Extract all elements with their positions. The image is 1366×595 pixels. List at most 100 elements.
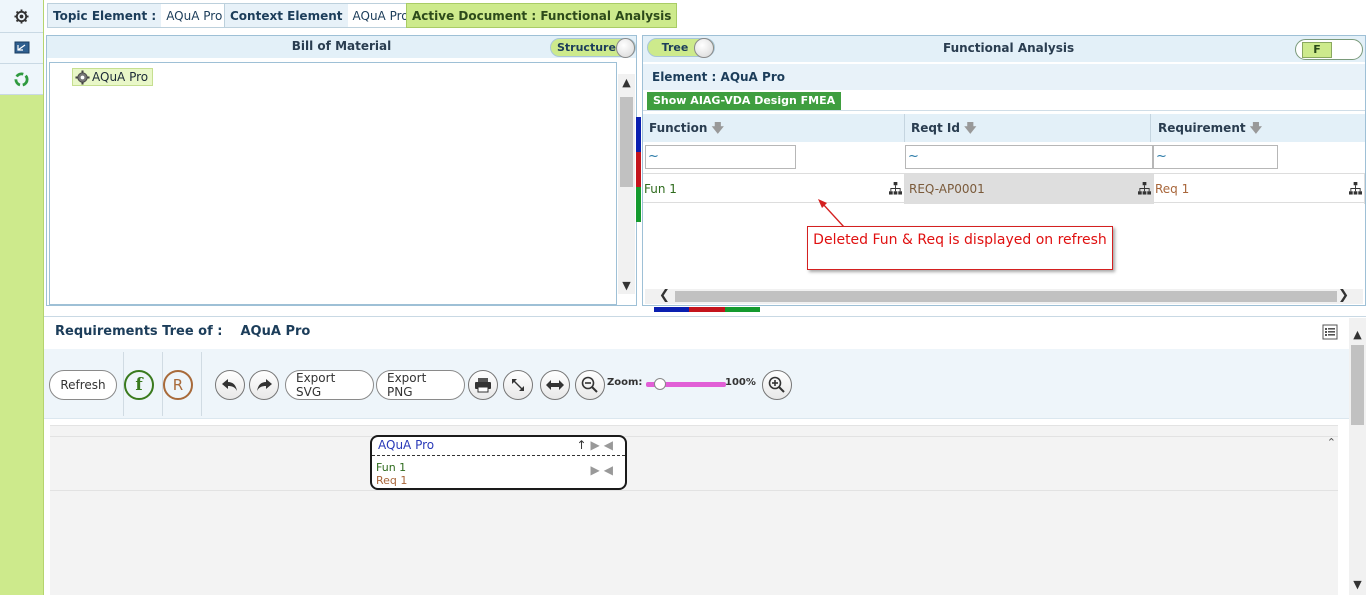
tree-node-aqua-pro[interactable]: AQuA Pro <box>72 68 154 86</box>
tree-toggle[interactable]: Tree <box>647 37 715 58</box>
chevron-up-icon[interactable]: ▲ <box>622 76 630 89</box>
table-row[interactable]: Fun 1 REQ-AP0001 Req 1 <box>643 173 1365 204</box>
toggle-knob <box>615 37 635 58</box>
settings-button[interactable] <box>0 0 43 33</box>
refresh-button[interactable]: Refresh <box>49 370 117 400</box>
node-function-label[interactable]: Fun 1 <box>376 461 406 474</box>
show-fmea-button[interactable]: Show AIAG-VDA Design FMEA <box>647 92 842 110</box>
undo-icon <box>222 379 237 391</box>
export-png-button[interactable]: Export PNG <box>376 370 465 400</box>
column-header-reqt-id[interactable]: Reqt Id 🡇 <box>911 119 976 140</box>
annotation-callout: Deleted Fun & Req is displayed on refres… <box>807 226 1113 270</box>
tree-node-label: AQuA Pro <box>92 70 149 84</box>
scroll-thumb[interactable] <box>620 97 633 187</box>
bom-header: Bill of Material Structure <box>47 36 636 58</box>
bom-tree: AQuA Pro <box>49 62 617 305</box>
bom-vertical-scrollbar[interactable]: ▲ ▼ <box>618 74 635 294</box>
column-header-label: Requirement <box>1158 121 1246 135</box>
print-icon <box>475 378 491 393</box>
fit-to-screen-button[interactable] <box>503 370 533 400</box>
node-function-actions: ▶ ◀ <box>591 463 613 477</box>
hierarchy-icon[interactable] <box>1138 182 1151 195</box>
reqt-id-cell[interactable]: REQ-AP0001 <box>905 174 1154 204</box>
triangle-right-icon[interactable]: ▶ <box>591 438 600 452</box>
chevron-left-icon[interactable]: ❮ <box>659 288 670 303</box>
requirement-filter-input[interactable]: ~ <box>1153 145 1278 169</box>
context-element-label: Context Element <box>225 4 348 27</box>
topic-element-chip: Topic Element : AQuA Pro <box>47 3 229 28</box>
redo-button[interactable] <box>249 370 279 400</box>
mode-toggle[interactable]: F <box>1295 39 1363 60</box>
triangle-left-icon[interactable]: ◀ <box>604 463 613 477</box>
panel-splitter[interactable] <box>636 117 641 222</box>
function-button[interactable]: f <box>124 370 154 400</box>
diagram-node-aqua-pro[interactable]: AQuA Pro ↑ ▶ ◀ Fun 1 ▶ ◀ Req 1 <box>370 435 627 490</box>
toggle-knob <box>694 37 714 58</box>
gear-icon <box>75 69 90 85</box>
function-filter-input[interactable]: ~ <box>645 145 796 169</box>
monitor-button[interactable] <box>0 33 43 64</box>
node-title-actions: ↑ ▶ ◀ <box>576 438 613 452</box>
expand-icon <box>512 379 524 391</box>
element-label: Element : AQuA Pro <box>643 64 1365 90</box>
redo-icon <box>257 379 272 391</box>
chevron-down-icon[interactable]: ▼ <box>622 279 630 292</box>
horizontal-splitter[interactable] <box>654 307 760 312</box>
column-header-requirement[interactable]: Requirement 🡇 <box>1158 119 1262 140</box>
active-document-chip[interactable]: Active Document : Functional Analysis <box>406 3 678 28</box>
bom-title: Bill of Material <box>291 39 392 53</box>
structure-toggle[interactable]: Structure <box>550 37 636 58</box>
list-view-icon[interactable] <box>1322 324 1338 340</box>
function-cell[interactable]: Fun 1 <box>643 174 905 204</box>
cell-text: Req 1 <box>1155 182 1190 196</box>
topic-element-value: AQuA Pro <box>166 8 223 23</box>
fit-width-button[interactable] <box>540 370 570 400</box>
zoom-slider-handle[interactable] <box>654 378 666 390</box>
chevron-up-icon[interactable]: ⌃ <box>1327 436 1336 449</box>
column-header-function[interactable]: Function 🡇 <box>649 119 724 140</box>
requirements-tree-label: Requirements Tree of : <box>55 324 223 339</box>
requirement-cell[interactable]: Req 1 <box>1154 174 1365 204</box>
print-button[interactable] <box>468 370 498 400</box>
fmea-row: Show AIAG-VDA Design FMEA <box>643 91 1365 111</box>
triangle-left-icon[interactable]: ◀ <box>604 438 613 452</box>
hierarchy-icon[interactable] <box>889 182 902 195</box>
diagram-canvas[interactable]: ⌃ <box>50 425 1338 595</box>
horizontal-arrows-icon <box>546 380 564 390</box>
scroll-thumb[interactable] <box>1351 345 1364 425</box>
chevron-down-icon[interactable]: ▼ <box>1353 578 1361 591</box>
sort-arrow-icon[interactable]: 🡇 <box>707 121 724 135</box>
fa-horizontal-scrollbar[interactable]: ❮ ❯ <box>645 288 1363 304</box>
column-header-label: Function <box>649 121 708 135</box>
zoom-out-button[interactable] <box>575 370 605 400</box>
reqt-id-filter-input[interactable]: ~ <box>905 145 1153 169</box>
fa-title: Functional Analysis <box>943 41 1075 55</box>
zoom-in-button[interactable] <box>762 370 792 400</box>
hierarchy-icon[interactable] <box>1349 182 1362 195</box>
context-element-value: AQuA Pro <box>352 8 409 23</box>
zoom-value: 100% <box>725 377 756 388</box>
bill-of-material-panel: Bill of Material Structure AQuA Pro ▲ ▼ <box>46 35 637 306</box>
fa-header: Tree Functional Analysis F <box>643 36 1365 62</box>
triangle-right-icon[interactable]: ▶ <box>591 463 600 477</box>
mode-toggle-label: F <box>1302 41 1332 58</box>
undo-button[interactable] <box>215 370 245 400</box>
export-svg-button[interactable]: Export SVG <box>285 370 374 400</box>
scroll-thumb[interactable] <box>675 291 1337 302</box>
zoom-slider[interactable] <box>646 378 726 390</box>
requirements-tree-title: Requirements Tree of : AQuA Pro <box>55 324 310 339</box>
tree-toggle-label: Tree <box>661 40 689 54</box>
recycle-button[interactable] <box>0 64 43 95</box>
arrow-up-icon[interactable]: ↑ <box>576 438 586 452</box>
sort-arrow-icon[interactable]: 🡇 <box>960 121 976 135</box>
sort-arrow-icon[interactable]: 🡇 <box>1246 121 1262 135</box>
recycle-icon <box>14 71 29 87</box>
chevron-right-icon[interactable]: ❯ <box>1338 288 1349 303</box>
requirement-button[interactable]: R <box>163 370 193 400</box>
cell-text: REQ-AP0001 <box>909 182 985 196</box>
chevron-up-icon[interactable]: ▲ <box>1353 328 1361 341</box>
requirements-toolbar: Refresh f R Export SVG Export PNG Zoom: … <box>44 349 1349 419</box>
node-requirement-label[interactable]: Req 1 <box>376 474 407 487</box>
cell-text: Fun 1 <box>644 182 677 196</box>
page-vertical-scrollbar[interactable]: ▲ ▼ <box>1349 318 1366 595</box>
